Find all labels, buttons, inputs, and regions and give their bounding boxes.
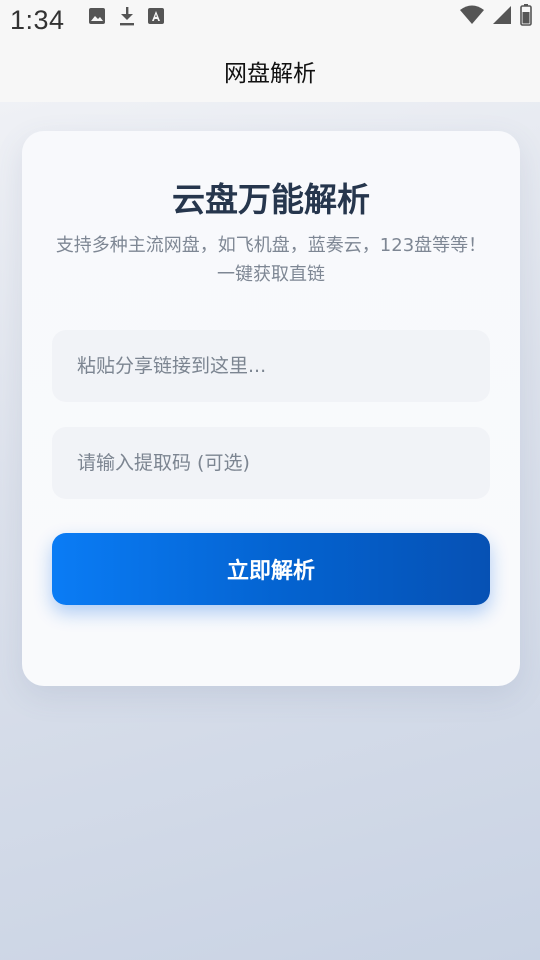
status-bar: 1:34 — [0, 0, 540, 40]
battery-icon — [520, 4, 532, 30]
download-icon — [118, 6, 136, 30]
status-time: 1:34 — [10, 5, 65, 35]
parse-card: 云盘万能解析 支持多种主流网盘，如飞机盘，蓝奏云，123盘等等！一键获取直链 立… — [22, 131, 520, 686]
card-subtitle: 支持多种主流网盘，如飞机盘，蓝奏云，123盘等等！一键获取直链 — [55, 235, 487, 285]
extract-code-input[interactable] — [52, 427, 490, 499]
signal-icon — [492, 5, 512, 29]
parse-now-button[interactable]: 立即解析 — [52, 533, 490, 605]
wifi-icon — [460, 5, 484, 29]
card-title: 云盘万能解析 — [172, 180, 370, 219]
status-notification-icons — [88, 6, 164, 30]
font-a-icon — [148, 8, 164, 28]
share-link-input[interactable] — [52, 330, 490, 402]
status-system-icons — [460, 4, 532, 30]
app-title: 网盘解析 — [224, 61, 316, 87]
image-icon — [88, 7, 106, 29]
app-bar: 网盘解析 — [0, 40, 540, 102]
